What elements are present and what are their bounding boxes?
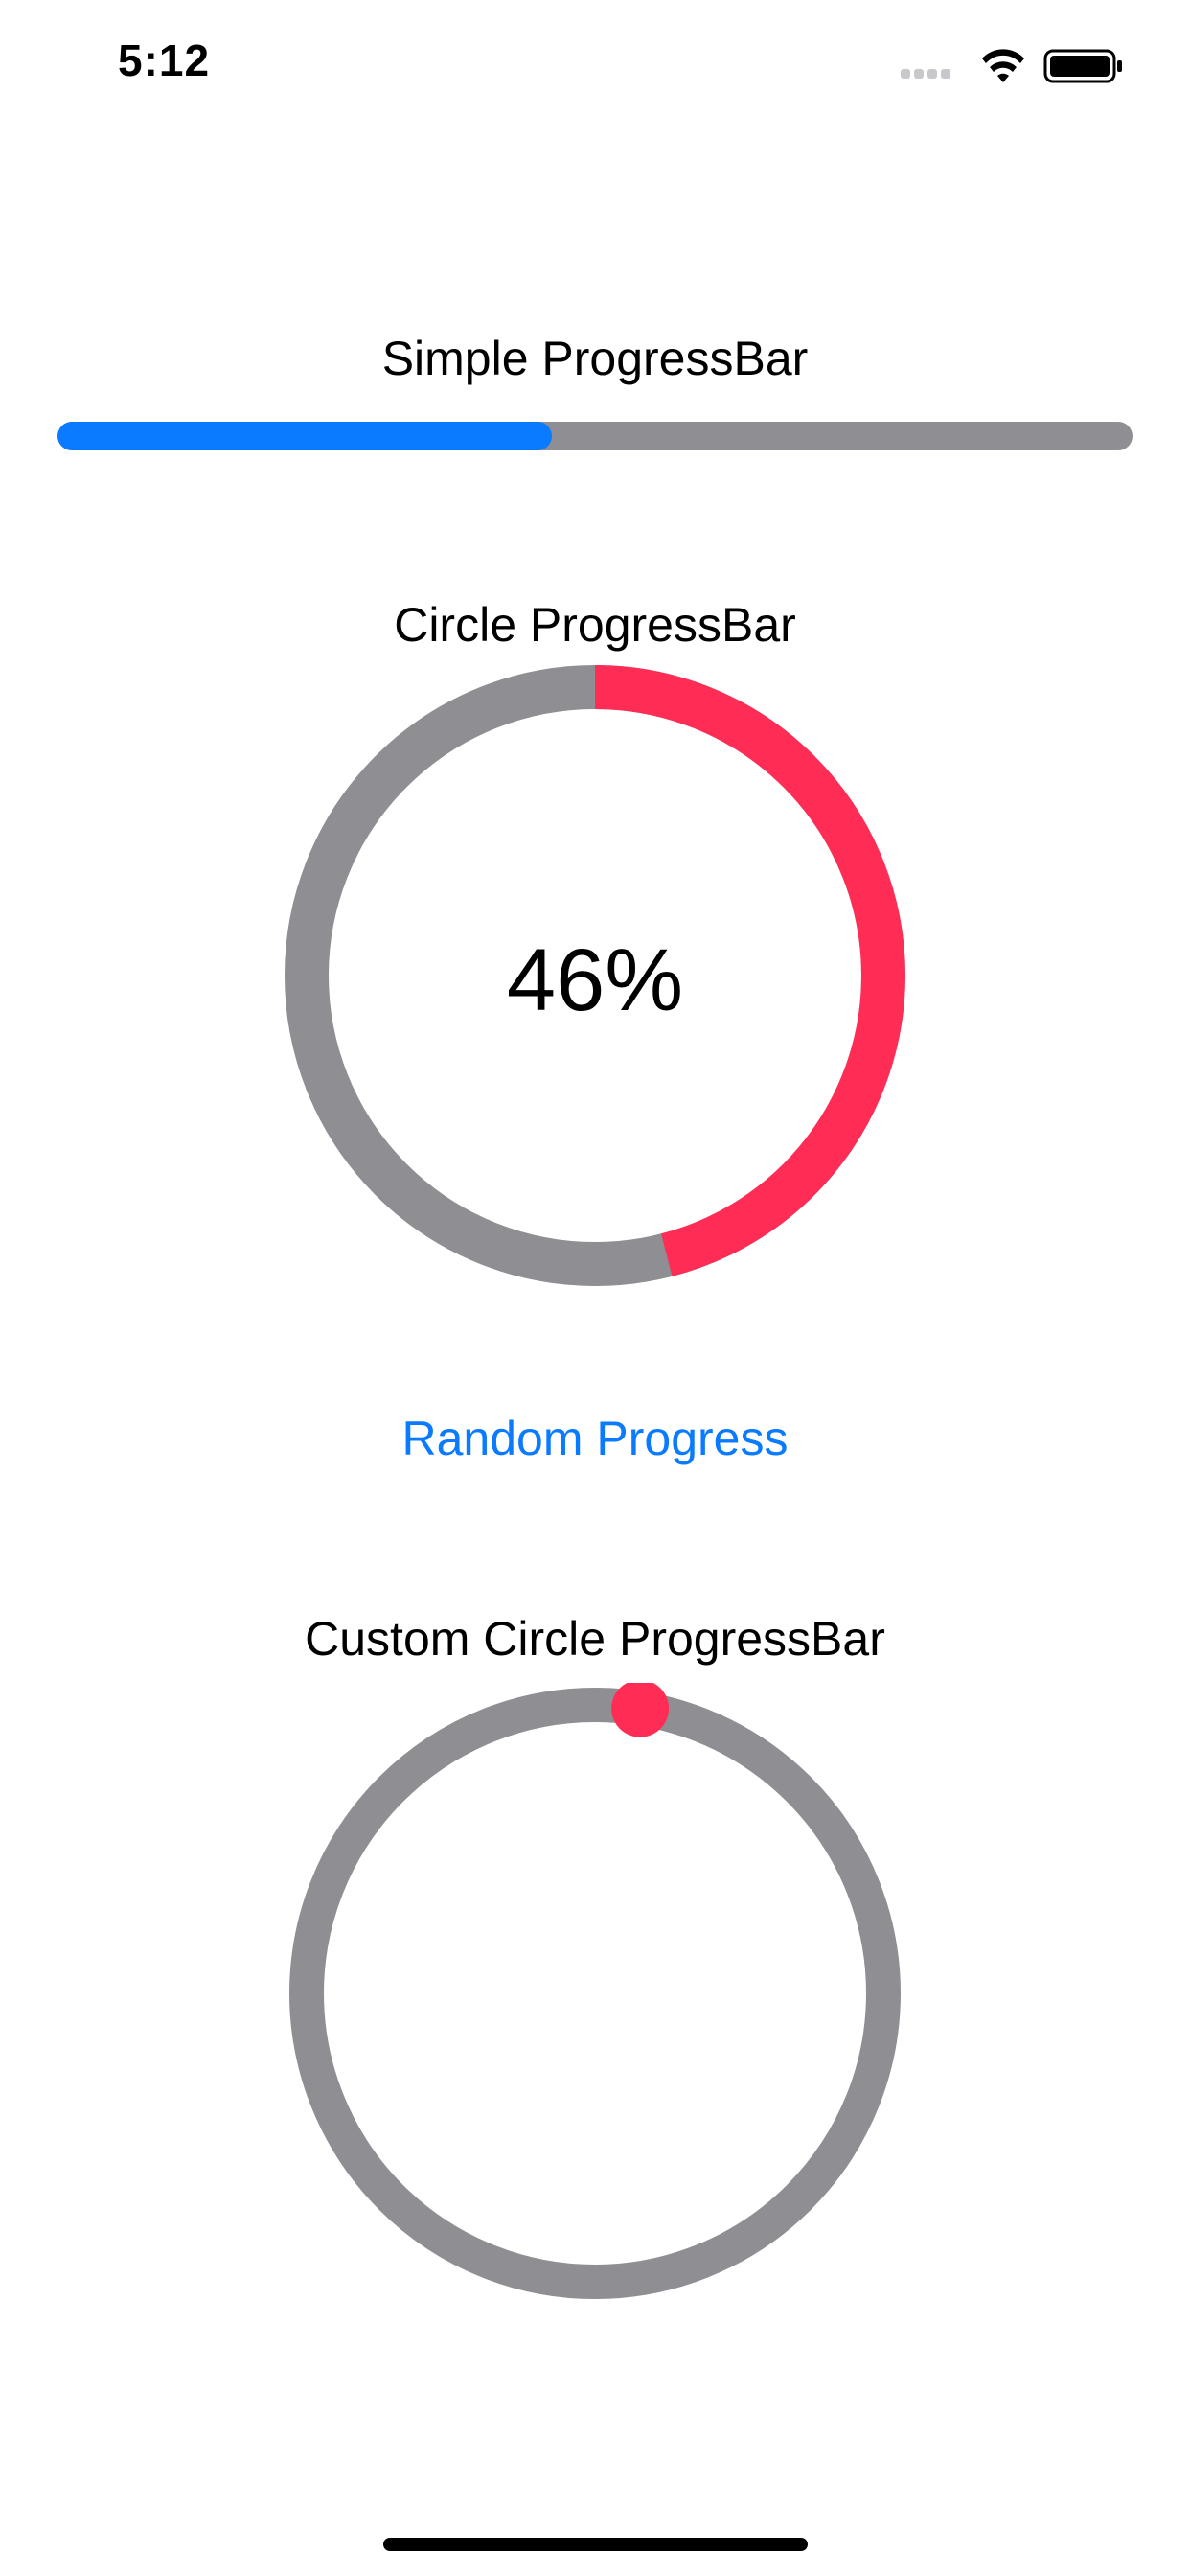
- circle-progressbar-title: Circle ProgressBar: [394, 598, 796, 652]
- battery-icon: [1043, 49, 1122, 83]
- simple-progressbar-title: Simple ProgressBar: [381, 332, 809, 385]
- status-time: 5:12: [118, 35, 211, 85]
- wifi-icon: [982, 49, 1024, 82]
- custom-circle-progressbar: [289, 1683, 901, 2299]
- simple-progressbar-fill: [57, 422, 553, 450]
- simple-progressbar: [57, 422, 1133, 450]
- custom-circle-progressbar-track: [289, 1688, 901, 2299]
- status-icons: [901, 49, 1122, 83]
- status-bar: 5:12: [0, 0, 1190, 126]
- custom-circle-progressbar-title: Custom Circle ProgressBar: [305, 1612, 885, 1666]
- circle-progressbar-percent: 46%: [506, 932, 684, 1029]
- signal-icon: [901, 69, 950, 79]
- random-progress-button[interactable]: Random Progress: [355, 1405, 835, 1472]
- home-indicator: [383, 2538, 808, 2551]
